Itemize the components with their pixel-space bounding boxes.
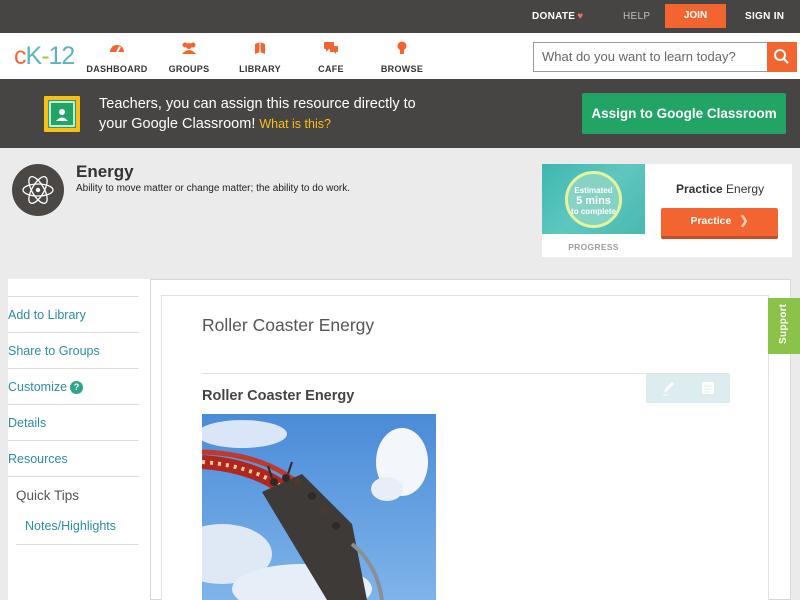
nav-dashboard[interactable]: DASHBOARD: [82, 41, 152, 77]
practice-title-topic: Energy: [726, 182, 765, 196]
sidebar-item-label: Details: [8, 416, 47, 430]
sidebar-item-share-to-groups[interactable]: Share to Groups: [8, 332, 139, 368]
top-utility-bar: DONATE ♥ HELP JOIN SIGN IN: [0, 0, 800, 33]
logo-k: K: [25, 42, 43, 70]
logo-dash: -: [41, 42, 49, 70]
notes-icon[interactable]: [701, 381, 715, 395]
practice-button[interactable]: Practice ❯: [661, 208, 778, 239]
google-classroom-icon: [44, 96, 80, 132]
sidebar-item-label: Resources: [8, 452, 68, 466]
dashboard-icon: [110, 45, 124, 53]
ck12-logo[interactable]: cK-12: [14, 42, 76, 71]
classroom-message-line1: Teachers, you can assign this resource d…: [99, 96, 416, 112]
practice-title: Practice Energy: [676, 182, 764, 196]
library-icon: [255, 42, 265, 54]
nav-cafe[interactable]: CAFE: [296, 41, 366, 77]
join-button[interactable]: JOIN: [665, 4, 726, 28]
estimated-time-badge: Estimated 5 mins to complete: [565, 171, 622, 228]
sign-in-link[interactable]: SIGN IN: [745, 11, 784, 22]
sidebar-item-customize[interactable]: Customize?: [8, 368, 139, 404]
donate-label: DONATE: [532, 11, 576, 22]
logo-c: c: [14, 42, 26, 70]
sidebar-item-notes-highlights[interactable]: Notes/Highlights: [16, 512, 139, 545]
nav-library[interactable]: LIBRARY: [225, 41, 295, 77]
logo-number: 12: [48, 42, 76, 70]
progress-label: PROGRESS: [568, 242, 619, 252]
estimate-line1: Estimated: [574, 186, 613, 195]
article-tools: [646, 374, 730, 403]
donate-link[interactable]: DONATE ♥: [532, 11, 584, 22]
sidebar-item-resources[interactable]: Resources: [8, 440, 139, 477]
sidebar-item-details[interactable]: Details: [8, 404, 139, 440]
nav-browse[interactable]: BROWSE: [367, 41, 437, 77]
classroom-message-line2: your Google Classroom!: [99, 116, 256, 132]
help-link[interactable]: HELP: [623, 11, 650, 22]
classroom-message: Teachers, you can assign this resource d…: [99, 94, 459, 134]
search-input[interactable]: [542, 49, 762, 64]
heart-icon: ♥: [577, 11, 584, 22]
nav-browse-label: BROWSE: [380, 64, 424, 74]
nav-cafe-label: CAFE: [318, 64, 344, 74]
search-box: [533, 42, 797, 72]
atom-icon: [12, 164, 64, 216]
practice-thumbnail[interactable]: Estimated 5 mins to complete: [542, 164, 645, 234]
help-icon[interactable]: ?: [70, 381, 84, 394]
search-button[interactable]: [767, 42, 797, 72]
nav-library-label: LIBRARY: [239, 64, 281, 74]
quick-tips-heading: Quick Tips: [16, 488, 80, 503]
sidebar-item-label: Share to Groups: [8, 344, 100, 358]
support-label: Support: [778, 303, 789, 344]
concept-title: Energy: [76, 162, 134, 181]
estimate-line2: 5 mins: [576, 195, 611, 207]
assign-google-classroom-button[interactable]: Assign to Google Classroom: [582, 93, 786, 134]
nav-groups[interactable]: GROUPS: [154, 41, 224, 77]
sidebar-item-label: Customize: [8, 380, 68, 394]
support-tab[interactable]: Support: [768, 298, 800, 354]
practice-button-label: Practice: [690, 215, 732, 227]
article-subtitle: Roller Coaster Energy: [202, 388, 355, 404]
pencil-icon[interactable]: [661, 380, 675, 396]
concept-description: Ability to move matter or change matter;…: [76, 183, 351, 194]
sidebar-item-label: Add to Library: [8, 308, 86, 322]
estimate-line3: to complete: [571, 207, 616, 216]
sidebar-item-add-to-library[interactable]: Add to Library: [8, 296, 139, 332]
chevron-right-icon: ❯: [739, 215, 749, 227]
roller-coaster-image: [202, 414, 436, 600]
practice-card: Estimated 5 mins to complete PROGRESS Pr…: [542, 164, 792, 257]
groups-icon: [182, 42, 196, 54]
browse-icon: [397, 41, 407, 54]
nav-dashboard-label: DASHBOARD: [86, 64, 148, 74]
search-icon: [774, 49, 789, 64]
cafe-icon: [324, 42, 338, 54]
nav-groups-label: GROUPS: [168, 64, 210, 74]
what-is-this-link[interactable]: What is this?: [259, 117, 331, 131]
article-title: Roller Coaster Energy: [202, 315, 375, 335]
practice-title-bold: Practice: [676, 182, 723, 196]
main-nav-bar: cK-12 DASHBOARD GROUPS LIBRARY CAFE BROW…: [0, 33, 800, 79]
